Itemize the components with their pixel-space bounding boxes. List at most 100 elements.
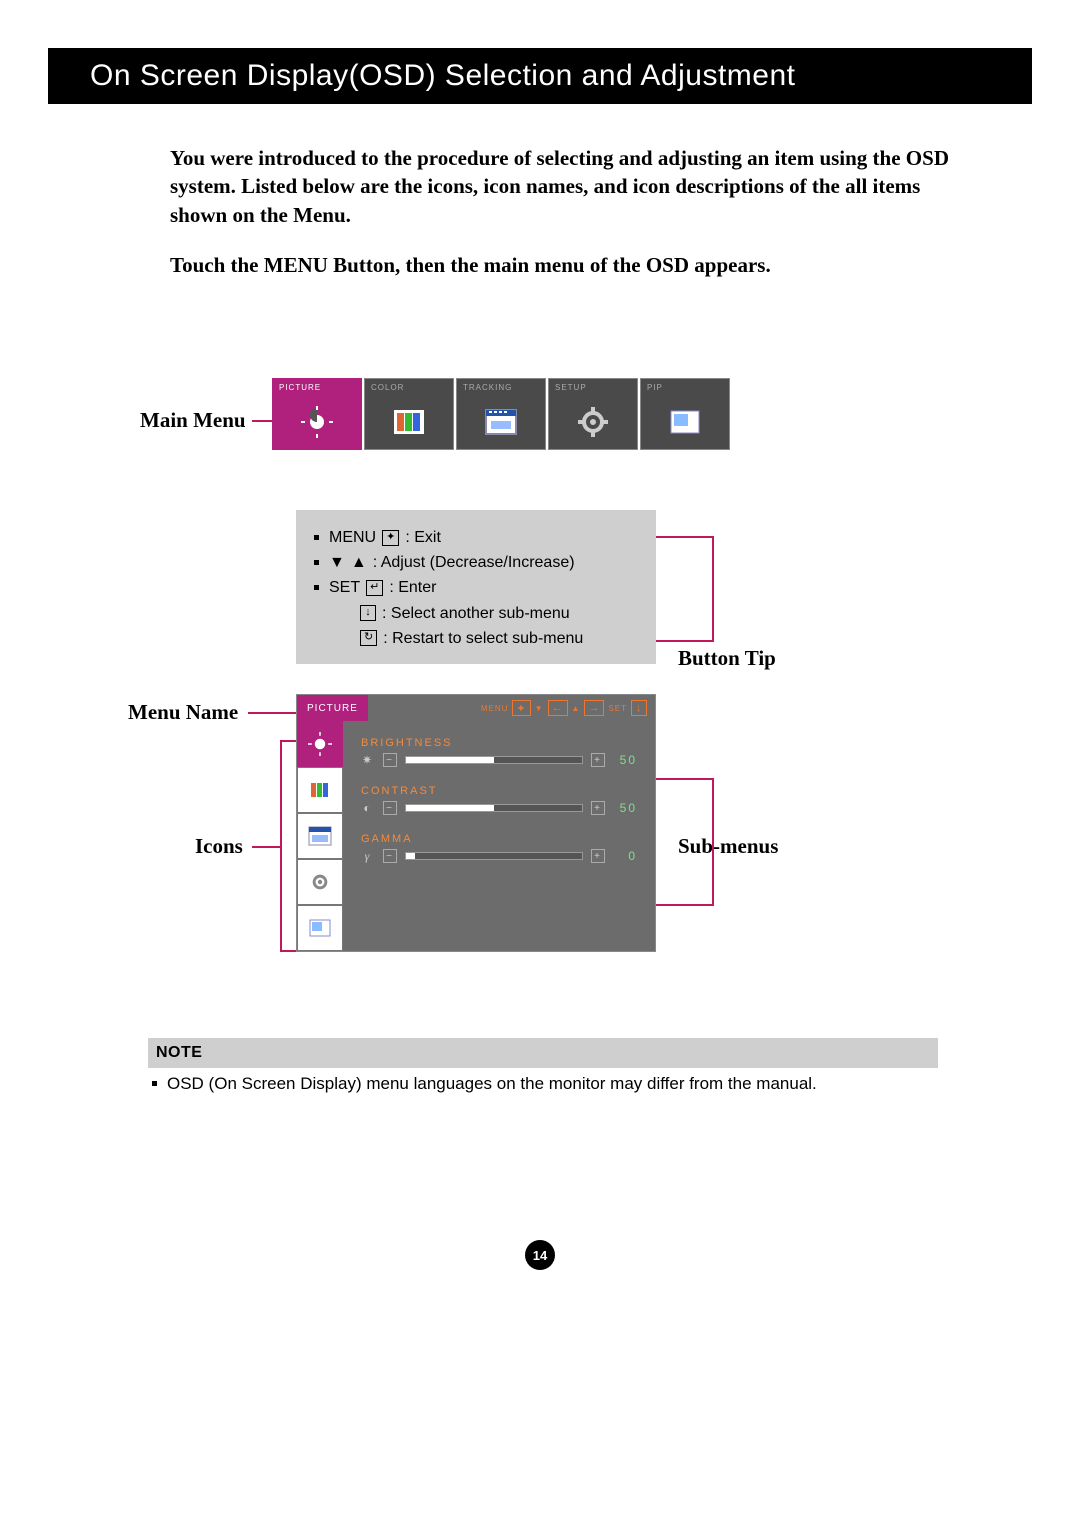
submenu-header: PICTURE MENU ✦ ▼ ← ▲ → SET ↓ [297,695,655,721]
slider-name: BRIGHTNESS [361,737,637,749]
connector [252,846,280,848]
note-title: NOTE [148,1038,938,1068]
tip-adjust: ▼ ▲ : Adjust (Decrease/Increase) [314,551,644,574]
main-menu-item-pip[interactable]: PIP [640,378,730,450]
connector [712,778,714,906]
right-key-icon: → [584,700,604,716]
submenu-icon-column [297,721,343,951]
tip-adjust-desc: : Adjust (Decrease/Increase) [373,551,575,574]
bullet-icon [314,585,319,590]
brightness-icon [301,394,333,449]
osd-diagram: Main Menu Menu Name Icons Button Tip Sub… [0,348,1080,1048]
callout-menu-name: Menu Name [128,700,238,725]
connector [656,536,712,538]
main-menu-item-picture[interactable]: PICTURE [272,378,362,450]
page-number: 14 [525,1240,555,1270]
submenu-icon-pip[interactable] [297,905,343,951]
osd-main-menu: PICTURE COLOR TRACKING SETUP PIP [272,378,730,450]
plus-button[interactable]: + [591,801,605,815]
bullet-icon [152,1081,157,1086]
note-body-row: OSD (On Screen Display) menu languages o… [148,1068,938,1100]
submenu-icon-tracking[interactable] [297,813,343,859]
callout-main-menu: Main Menu [140,408,246,433]
connector [280,950,296,952]
slider-gamma: GAMMA γ − + 0 [361,833,637,863]
down-arrow-icon: ▼ [329,551,345,574]
plus-button[interactable]: + [591,753,605,767]
page-header: On Screen Display(OSD) Selection and Adj… [48,48,1032,104]
minus-button[interactable]: − [383,849,397,863]
main-menu-label: PICTURE [273,379,321,394]
callout-sub-menus: Sub-menus [678,834,778,859]
slider-bar[interactable] [405,852,583,860]
menu-key-icon: ✦ [512,700,530,716]
slider-bar[interactable] [405,804,583,812]
connector [252,420,272,422]
submenu-icon-color[interactable] [297,767,343,813]
left-key-icon: ← [548,700,568,716]
callout-button-tip: Button Tip [678,646,776,671]
connector [656,778,712,780]
tip-restart: ↻ : Restart to select sub-menu [314,627,644,650]
submenu-body: BRIGHTNESS ✷ − + 50 CONTRAST ◐ − [297,721,655,951]
note-section: NOTE OSD (On Screen Display) menu langua… [148,1038,938,1100]
callout-icons: Icons [195,834,243,859]
gear-icon [578,394,608,449]
note-body: OSD (On Screen Display) menu languages o… [167,1074,817,1094]
submenu-sliders: BRIGHTNESS ✷ − + 50 CONTRAST ◐ − [343,721,655,951]
tip-set-enter: SET ↵ : Enter [314,576,644,599]
tip-set-label: SET [329,576,360,599]
slider-contrast: CONTRAST ◐ − + 50 [361,785,637,815]
slider-brightness: BRIGHTNESS ✷ − + 50 [361,737,637,767]
connector [656,640,712,642]
submenu-nav-hints: MENU ✦ ▼ ← ▲ → SET ↓ [481,700,647,716]
down-key-icon: ↓ [631,700,647,716]
up-arrow-icon: ▲ [351,551,367,574]
osd-submenu-panel: PICTURE MENU ✦ ▼ ← ▲ → SET ↓ [296,694,656,952]
main-menu-item-setup[interactable]: SETUP [548,378,638,450]
slider-bar[interactable] [405,756,583,764]
minus-button[interactable]: − [383,801,397,815]
down-key-icon: ↓ [360,605,376,621]
main-menu-item-color[interactable]: COLOR [364,378,454,450]
pip-icon [309,919,331,937]
main-menu-label: TRACKING [457,379,512,394]
menu-key-icon: ✦ [382,530,399,546]
color-bars-icon [394,394,424,449]
nav-set-label: SET [608,704,627,713]
contrast-icon: ◐ [361,801,375,815]
gear-icon [309,871,331,893]
tracking-icon [485,394,517,449]
up-arrow-icon: ▲ [572,704,581,713]
color-bars-icon [309,781,331,799]
pip-icon [670,394,700,449]
page-title: On Screen Display(OSD) Selection and Adj… [90,59,796,93]
main-menu-item-tracking[interactable]: TRACKING [456,378,546,450]
nav-menu-label: MENU [481,704,509,713]
tip-menu-desc: : Exit [405,526,441,549]
enter-key-icon: ↵ [366,580,383,596]
tip-set-desc: : Enter [389,576,436,599]
sun-icon: ✷ [361,753,375,767]
connector [280,740,296,742]
minus-button[interactable]: − [383,753,397,767]
intro-p1: You were introduced to the procedure of … [170,144,960,229]
submenu-menu-name: PICTURE [297,695,368,721]
connector [656,904,712,906]
tip-menu-label: MENU [329,526,376,549]
bullet-icon [314,560,319,565]
intro-p2: Touch the MENU Button, then the main men… [170,251,960,279]
slider-name: GAMMA [361,833,637,845]
tip-select-sub: ↓ : Select another sub-menu [314,602,644,625]
slider-value: 50 [613,801,637,815]
down-arrow-icon: ▼ [535,704,544,713]
bullet-icon [314,535,319,540]
connector [280,740,282,952]
connector [712,536,714,642]
submenu-icon-picture[interactable] [297,721,343,767]
connector [248,712,296,714]
main-menu-label: COLOR [365,379,404,394]
plus-button[interactable]: + [591,849,605,863]
tip-menu-exit: MENU ✦ : Exit [314,526,644,549]
submenu-icon-setup[interactable] [297,859,343,905]
